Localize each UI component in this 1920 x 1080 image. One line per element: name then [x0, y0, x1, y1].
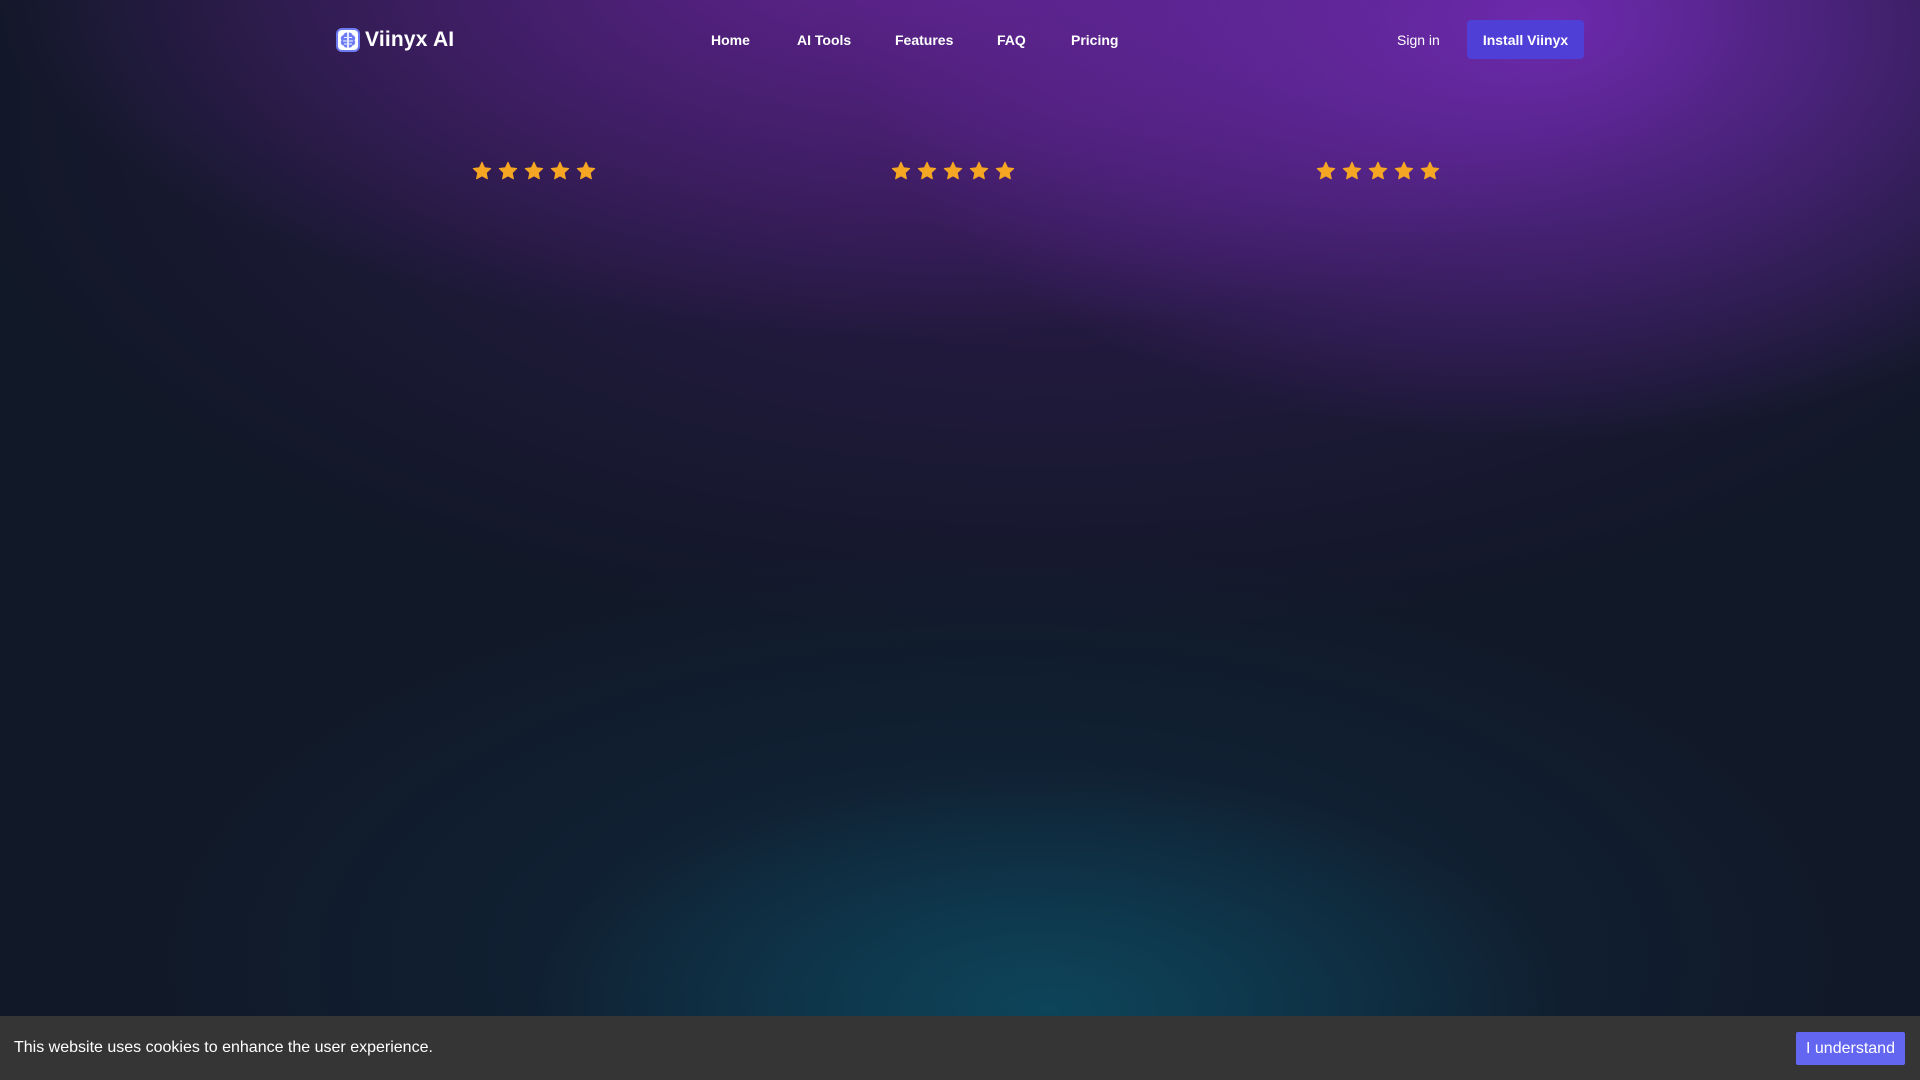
- star-icon: [1342, 161, 1362, 181]
- star-icon: [891, 161, 911, 181]
- star-icon: [1368, 161, 1388, 181]
- star-icon: [472, 161, 492, 181]
- rating-stars-2: [891, 161, 1015, 181]
- main-nav: Home AI Tools Features FAQ Pricing: [0, 30, 1920, 50]
- rating-stars-1: [472, 161, 596, 181]
- star-icon: [943, 161, 963, 181]
- star-icon: [917, 161, 937, 181]
- star-icon: [1316, 161, 1336, 181]
- nav-features[interactable]: Features: [895, 30, 953, 50]
- nav-pricing[interactable]: Pricing: [1071, 30, 1118, 50]
- install-viinyx-button[interactable]: Install Viinyx: [1467, 20, 1584, 59]
- nav-ai-tools[interactable]: AI Tools: [797, 30, 851, 50]
- star-icon: [995, 161, 1015, 181]
- cookie-accept-button[interactable]: I understand: [1796, 1032, 1905, 1065]
- star-icon: [524, 161, 544, 181]
- site-header: Viinyx AI Home AI Tools Features FAQ Pri…: [0, 0, 1920, 80]
- star-icon: [576, 161, 596, 181]
- cookie-consent-bar: This website uses cookies to enhance the…: [0, 1016, 1920, 1080]
- star-icon: [1394, 161, 1414, 181]
- star-icon: [498, 161, 518, 181]
- sign-in-link[interactable]: Sign in: [1397, 30, 1440, 50]
- nav-home[interactable]: Home: [711, 30, 750, 50]
- star-icon: [1420, 161, 1440, 181]
- star-icon: [969, 161, 989, 181]
- nav-faq[interactable]: FAQ: [997, 30, 1026, 50]
- cookie-message: This website uses cookies to enhance the…: [14, 1039, 433, 1056]
- star-icon: [550, 161, 570, 181]
- rating-stars-3: [1316, 161, 1440, 181]
